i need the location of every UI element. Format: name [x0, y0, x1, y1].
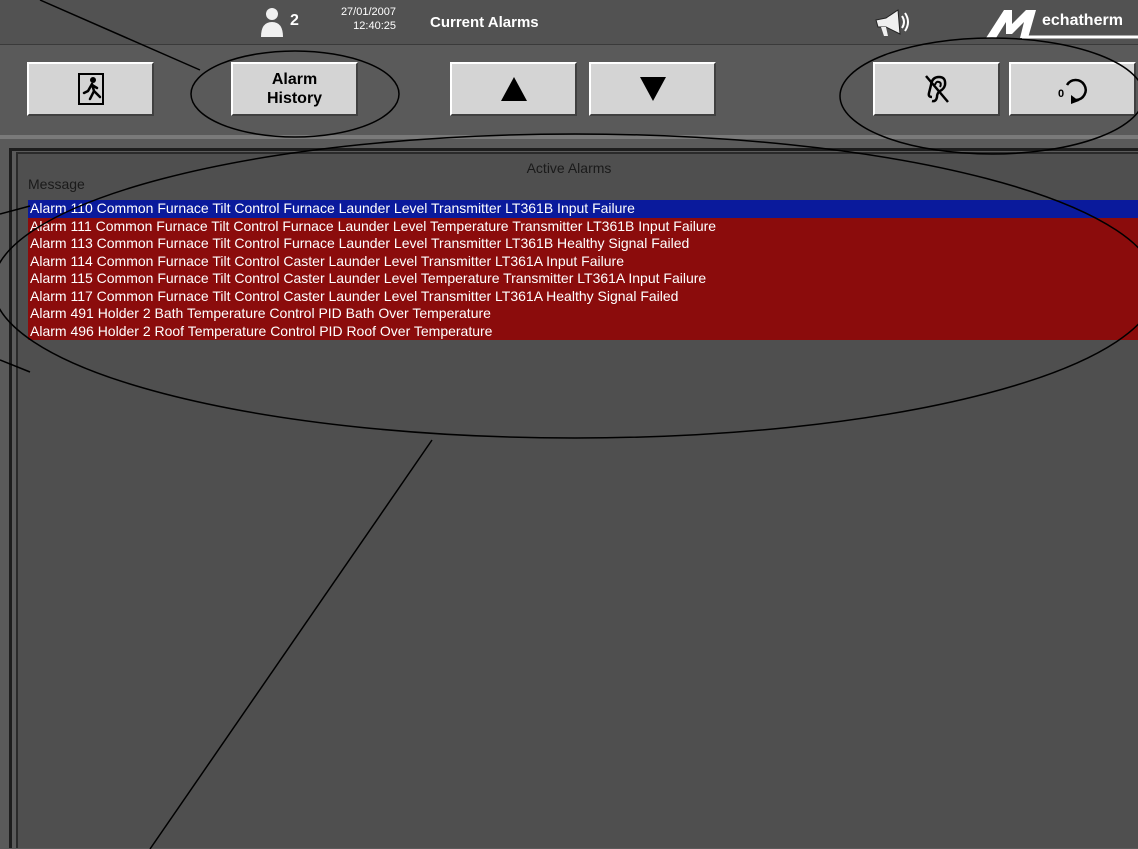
date-readout: 27/01/2007: [340, 6, 396, 18]
alarm-row[interactable]: Alarm 113 Common Furnace Tilt Control Fu…: [28, 235, 1138, 253]
alarm-row[interactable]: Alarm 491 Holder 2 Bath Temperature Cont…: [28, 305, 1138, 323]
triangle-up-icon: [500, 77, 527, 101]
horn-icon[interactable]: [872, 6, 912, 40]
user-icon: [261, 8, 283, 37]
exit-button[interactable]: [27, 62, 154, 116]
reset-alarm-button[interactable]: 0: [1009, 62, 1136, 116]
reset-refresh-icon: 0: [1058, 78, 1087, 104]
alarm-history-button[interactable]: Alarm History: [231, 62, 358, 116]
exit-running-man-icon: [77, 73, 104, 105]
toolbar: Alarm History 0: [0, 45, 1138, 139]
top-status-bar: 2 27/01/2007 12:40:25 Current Alarms ech…: [0, 0, 1138, 45]
user-count: 2: [290, 12, 299, 29]
alarm-history-label: Alarm History: [266, 71, 323, 107]
ear-silence-icon: [924, 75, 949, 103]
alarm-row[interactable]: Alarm 115 Common Furnace Tilt Control Ca…: [28, 270, 1138, 288]
alarm-row[interactable]: Alarm 111 Common Furnace Tilt Control Fu…: [28, 217, 1138, 235]
alarm-row[interactable]: Alarm 114 Common Furnace Tilt Control Ca…: [28, 252, 1138, 270]
alarm-list: Alarm 110 Common Furnace Tilt Control Fu…: [28, 200, 1138, 340]
alarm-row[interactable]: Alarm 496 Holder 2 Roof Temperature Cont…: [28, 322, 1138, 340]
scroll-down-button[interactable]: [589, 62, 716, 116]
time-readout: 12:40:25: [353, 20, 396, 32]
scroll-up-button[interactable]: [450, 62, 577, 116]
column-header-message[interactable]: Message: [28, 176, 85, 192]
panel-title: Active Alarms: [526, 160, 612, 176]
triangle-down-icon: [639, 77, 666, 101]
hmi-screen: 2 27/01/2007 12:40:25 Current Alarms ech…: [0, 0, 1138, 849]
page-title: Current Alarms: [430, 14, 539, 31]
svg-text:0: 0: [1058, 88, 1064, 100]
alarm-row[interactable]: Alarm 110 Common Furnace Tilt Control Fu…: [28, 200, 1138, 218]
silence-alarm-button[interactable]: [873, 62, 1000, 116]
brand-name: echatherm: [1042, 12, 1123, 29]
alarm-row[interactable]: Alarm 117 Common Furnace Tilt Control Ca…: [28, 287, 1138, 305]
